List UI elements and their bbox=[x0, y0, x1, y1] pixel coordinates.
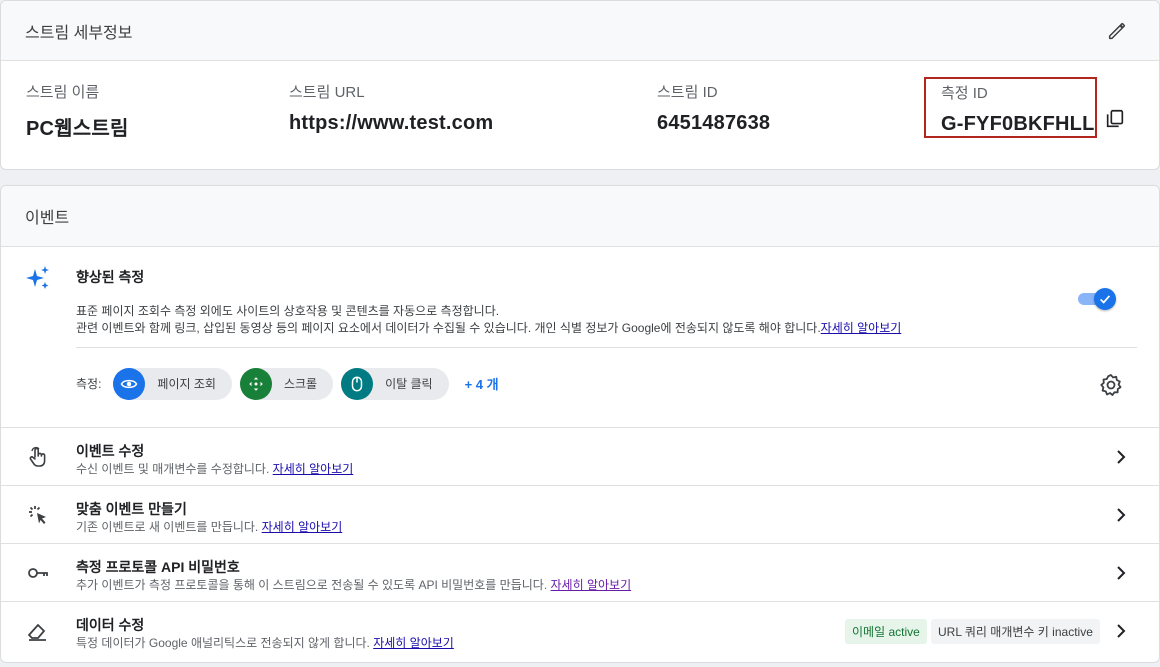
toggle-knob bbox=[1094, 288, 1116, 310]
stream-details-card: 스트림 세부정보 스트림 이름 PC웹스트림 스트림 URL https://w… bbox=[0, 0, 1160, 170]
row-mp-api-secrets-learn-more[interactable]: 자세히 알아보기 bbox=[551, 578, 632, 592]
row-modify-events-desc-text: 수신 이벤트 및 매개변수를 수정합니다. bbox=[76, 462, 270, 476]
stream-id-label: 스트림 ID bbox=[657, 84, 718, 101]
chip-scroll[interactable]: 스크롤 bbox=[239, 367, 334, 400]
stream-name-label: 스트림 이름 bbox=[26, 84, 100, 101]
row-data-redaction-desc: 특정 데이터가 Google 애널리틱스로 전송되지 않게 합니다. 자세히 알… bbox=[76, 634, 454, 651]
gear-icon[interactable] bbox=[1099, 373, 1123, 397]
measurement-id-field: 측정 ID G-FYF0BKFHLL bbox=[924, 77, 1097, 138]
touch-icon bbox=[29, 446, 46, 467]
row-mp-api-secrets-title: 측정 프로토콜 API 비밀번호 bbox=[76, 559, 240, 575]
enhanced-measurement-description: 표준 페이지 조회수 측정 외에도 사이트의 상호작용 및 콘텐츠를 자동으로 … bbox=[76, 303, 901, 337]
more-measurements-link[interactable]: + 4 개 bbox=[465, 374, 499, 393]
scroll-icon bbox=[239, 367, 272, 400]
row-data-redaction-desc-text: 특정 데이터가 Google 애널리틱스로 전송되지 않게 합니다. bbox=[76, 636, 370, 650]
description-line-2-text: 관련 이벤트와 함께 링크, 삽입된 동영상 등의 페이지 요소에서 데이터가 … bbox=[76, 321, 821, 335]
measurement-id-value: G-FYF0BKFHLL bbox=[941, 113, 1095, 135]
chevron-right-icon bbox=[1117, 450, 1126, 464]
divider bbox=[76, 347, 1137, 348]
eraser-icon bbox=[28, 624, 46, 641]
stream-name-field: 스트림 이름 PC웹스트림 bbox=[26, 81, 129, 141]
row-create-events-learn-more[interactable]: 자세히 알아보기 bbox=[262, 520, 343, 534]
stream-details-title: 스트림 세부정보 bbox=[25, 24, 133, 42]
enhanced-measurement-toggle[interactable] bbox=[1078, 288, 1116, 310]
mouse-icon bbox=[341, 367, 374, 400]
status-badge-url-query-inactive: URL 쿼리 매개변수 키 inactive bbox=[931, 619, 1100, 644]
events-card: 이벤트 향상된 측정 표준 페이지 조회수 측정 외에도 사이트의 상호작용 및… bbox=[0, 185, 1160, 663]
chip-page-view-label: 페이지 조회 bbox=[157, 377, 216, 391]
pencil-icon[interactable] bbox=[1099, 13, 1135, 49]
enhanced-measurement-section: 향상된 측정 표준 페이지 조회수 측정 외에도 사이트의 상호작용 및 콘텐츠… bbox=[1, 247, 1159, 428]
learn-more-link[interactable]: 자세히 알아보기 bbox=[821, 321, 902, 335]
row-data-redaction[interactable]: 데이터 수정 특정 데이터가 Google 애널리틱스로 전송되지 않게 합니다… bbox=[1, 602, 1159, 660]
row-modify-events-desc: 수신 이벤트 및 매개변수를 수정합니다. 자세히 알아보기 bbox=[76, 460, 353, 477]
row-create-events[interactable]: 맞춤 이벤트 만들기 기존 이벤트로 새 이벤트를 만듭니다. 자세히 알아보기 bbox=[1, 486, 1159, 544]
description-line-2: 관련 이벤트와 함께 링크, 삽입된 동영상 등의 페이지 요소에서 데이터가 … bbox=[76, 320, 901, 337]
check-icon bbox=[1100, 295, 1111, 304]
stream-url-value: https://www.test.com bbox=[289, 112, 494, 134]
stream-name-value: PC웹스트림 bbox=[26, 118, 129, 140]
eye-icon bbox=[113, 367, 146, 400]
row-modify-events-title: 이벤트 수정 bbox=[76, 443, 145, 459]
row-modify-events-learn-more[interactable]: 자세히 알아보기 bbox=[273, 462, 354, 476]
stream-id-value: 6451487638 bbox=[657, 112, 771, 134]
click-icon bbox=[29, 506, 46, 524]
row-mp-api-secrets[interactable]: 측정 프로토콜 API 비밀번호 추가 이벤트가 측정 프로토콜을 통해 이 스… bbox=[1, 544, 1159, 602]
stream-url-label: 스트림 URL bbox=[289, 84, 365, 101]
enhanced-measurement-title: 향상된 측정 bbox=[76, 269, 145, 285]
chevron-right-icon bbox=[1117, 566, 1126, 580]
status-badge-email-active: 이메일 active bbox=[845, 619, 927, 644]
stream-url-field: 스트림 URL https://www.test.com bbox=[289, 81, 493, 135]
stream-id-field: 스트림 ID 6451487638 bbox=[657, 81, 770, 135]
sparkle-icon bbox=[26, 266, 49, 289]
row-create-events-desc: 기존 이벤트로 새 이벤트를 만듭니다. 자세히 알아보기 bbox=[76, 518, 342, 535]
chevron-right-icon bbox=[1117, 624, 1126, 638]
row-mp-api-secrets-desc: 추가 이벤트가 측정 프로토콜을 통해 이 스트림으로 전송될 수 있도록 AP… bbox=[76, 576, 631, 593]
measurement-id-label: 측정 ID bbox=[941, 85, 988, 102]
description-line-1: 표준 페이지 조회수 측정 외에도 사이트의 상호작용 및 콘텐츠를 자동으로 … bbox=[76, 304, 500, 318]
events-title: 이벤트 bbox=[25, 210, 70, 227]
row-modify-events[interactable]: 이벤트 수정 수신 이벤트 및 매개변수를 수정합니다. 자세히 알아보기 bbox=[1, 428, 1159, 486]
events-header: 이벤트 bbox=[1, 186, 1159, 247]
chip-outbound-click[interactable]: 이탈 클릭 bbox=[341, 367, 449, 400]
row-data-redaction-title: 데이터 수정 bbox=[76, 617, 145, 633]
chip-outbound-click-label: 이탈 클릭 bbox=[385, 377, 433, 391]
row-create-events-title: 맞춤 이벤트 만들기 bbox=[76, 501, 187, 517]
chip-scroll-label: 스크롤 bbox=[283, 377, 318, 391]
stream-details-header: 스트림 세부정보 bbox=[1, 1, 1159, 61]
key-icon bbox=[28, 568, 48, 578]
row-create-events-desc-text: 기존 이벤트로 새 이벤트를 만듭니다. bbox=[76, 520, 259, 534]
measurement-label: 측정: bbox=[76, 377, 102, 391]
copy-icon[interactable] bbox=[1097, 101, 1133, 137]
measurement-chips: 측정: 페이지 조회 스크롤 이탈 클릭 + 4 개 bbox=[76, 367, 499, 400]
chevron-right-icon bbox=[1117, 508, 1126, 522]
row-mp-api-secrets-desc-text: 추가 이벤트가 측정 프로토콜을 통해 이 스트림으로 전송될 수 있도록 AP… bbox=[76, 578, 548, 592]
row-data-redaction-learn-more[interactable]: 자세히 알아보기 bbox=[373, 636, 454, 650]
chip-page-view[interactable]: 페이지 조회 bbox=[113, 367, 232, 400]
